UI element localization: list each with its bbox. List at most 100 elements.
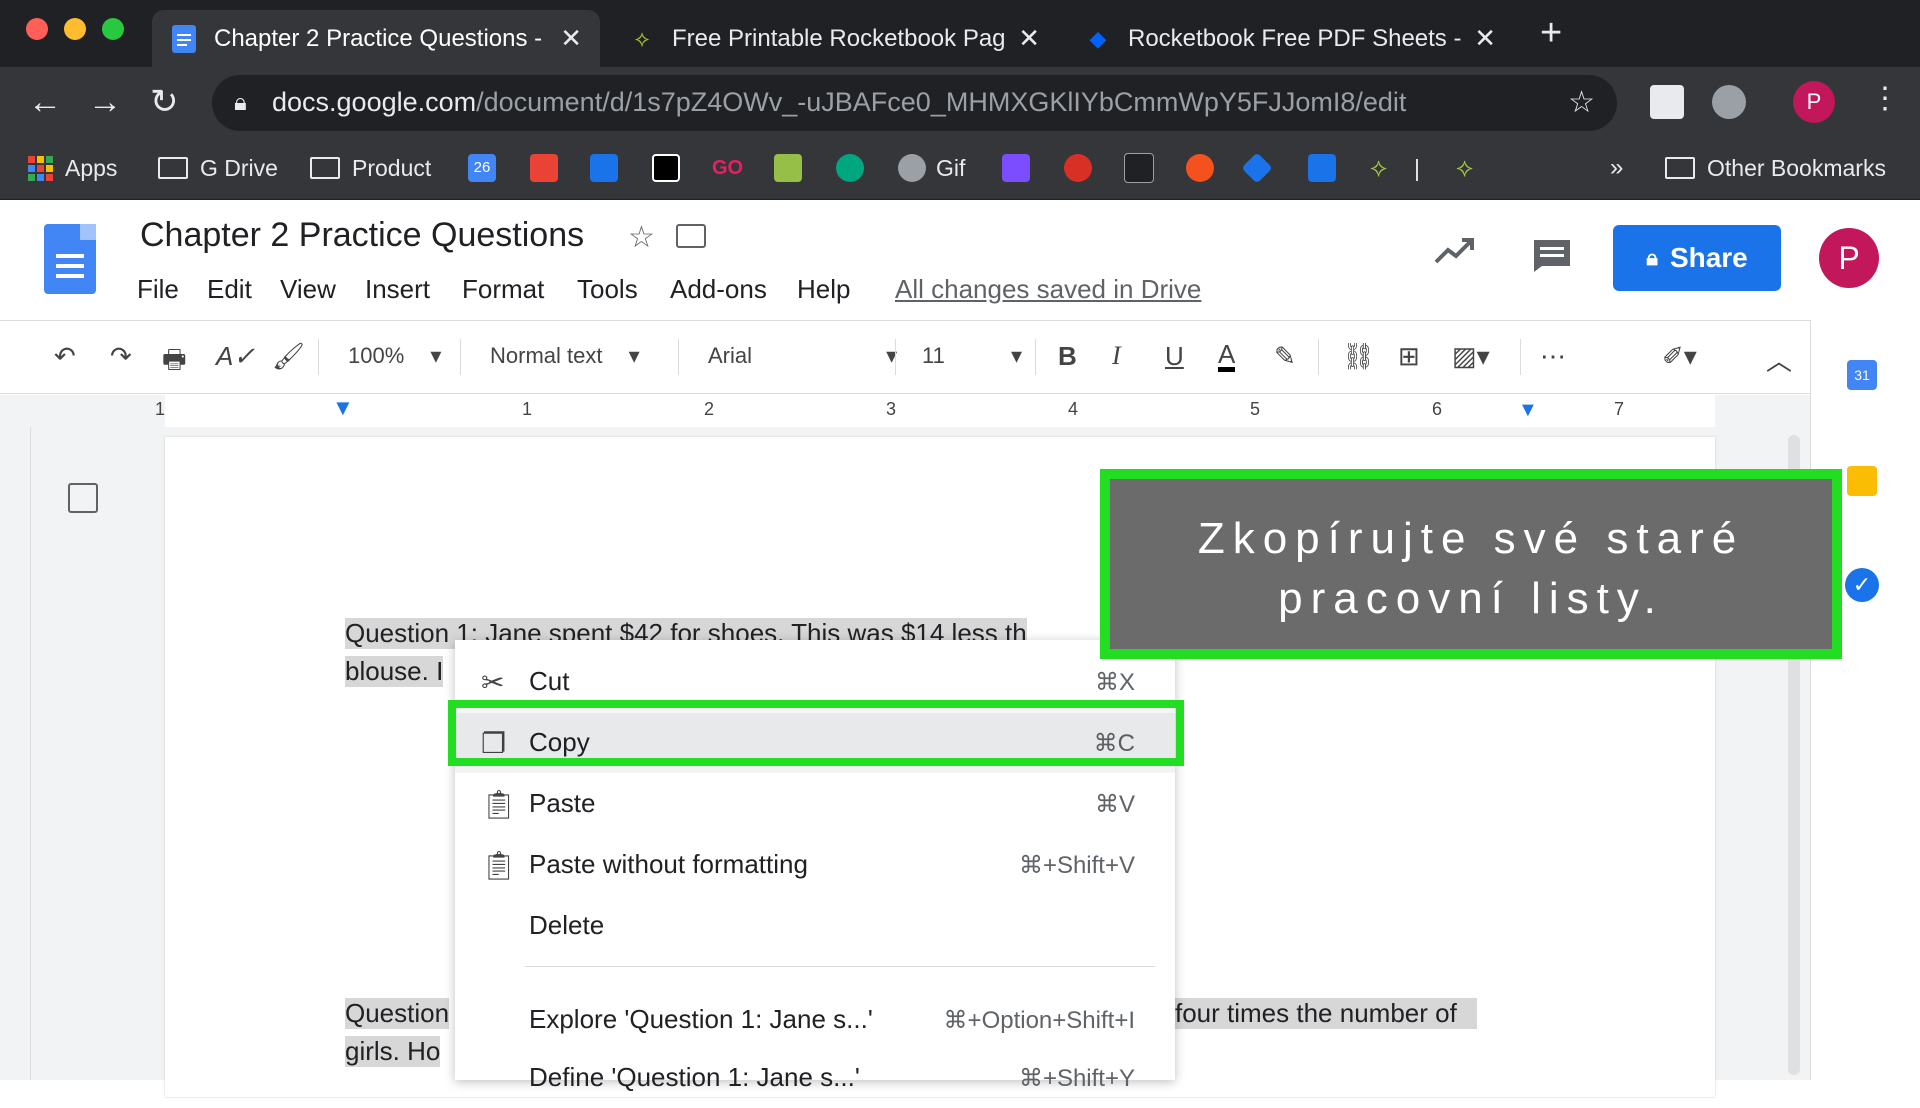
bookmark-bookmark[interactable] (1308, 151, 1346, 185)
close-tab-icon[interactable]: ✕ (560, 23, 582, 54)
bookmark-apps[interactable]: Apps (28, 151, 117, 185)
activity-trend-icon[interactable] (1434, 236, 1476, 271)
bookmark-bookmark[interactable] (1186, 151, 1224, 185)
more-menu-icon[interactable]: ⋮ (1870, 81, 1900, 116)
link-icon[interactable]: ⛓︎ (1342, 341, 1375, 372)
tasks-check-icon[interactable]: ✓ (1845, 568, 1879, 602)
right-indent-marker-icon[interactable]: ▼ (1518, 399, 1538, 422)
comment-icon[interactable] (1532, 238, 1572, 279)
bookmark-bookmark[interactable] (836, 151, 874, 185)
forward-arrow-icon[interactable]: → (88, 85, 122, 119)
bookmark-bookmark[interactable] (1124, 151, 1164, 185)
star-icon[interactable]: ☆ (628, 220, 655, 255)
bookmark-g-drive[interactable]: G Drive (158, 151, 278, 185)
more-options-icon[interactable]: ⋯ (1540, 341, 1566, 372)
highlight-pen-icon[interactable]: ✎ (1274, 341, 1296, 372)
zoom-select[interactable]: 100% ▾ (348, 343, 441, 369)
close-tab-icon[interactable]: ✕ (1018, 23, 1040, 54)
print-icon[interactable]: 🖶︎ (162, 341, 187, 385)
bookmark-bookmark[interactable] (1241, 151, 1278, 185)
menu-tools[interactable]: Tools (577, 274, 638, 305)
bookmark-star-icon[interactable]: ☆ (1568, 85, 1595, 120)
editing-mode-icon[interactable]: ✐▾ (1662, 341, 1697, 372)
ruler-number: 7 (1614, 399, 1625, 419)
bookmark-bookmark[interactable] (1064, 151, 1102, 185)
browser-tab[interactable]: ◆ Rocketbook Free PDF Sheets - D ✕ (1066, 10, 1514, 67)
menu-edit[interactable]: Edit (207, 274, 252, 305)
extension-icon[interactable] (1650, 85, 1684, 119)
menu-help[interactable]: Help (797, 274, 850, 305)
share-button[interactable]: 🔒︎ Share (1613, 225, 1781, 291)
bookmark-bookmark[interactable] (1002, 151, 1040, 185)
browser-tab-active[interactable]: Chapter 2 Practice Questions - G ✕ (152, 10, 600, 67)
menu-insert[interactable]: Insert (365, 274, 430, 305)
document-title[interactable]: Chapter 2 Practice Questions (140, 216, 584, 255)
menu-item-delete[interactable]: Delete (455, 896, 1175, 956)
document-text-line[interactable]: girls. Ho (345, 1036, 441, 1067)
docs-logo-icon[interactable] (44, 224, 96, 294)
indent-marker-icon[interactable]: ▼ (332, 395, 354, 421)
bookmark-bookmark[interactable] (652, 151, 690, 185)
url-text[interactable]: docs.google.com/document/d/1s7pZ4OWv_-uJ… (272, 87, 1406, 118)
rocketbook-icon[interactable]: ⟡ (1456, 151, 1473, 185)
menu-view[interactable]: View (280, 274, 336, 305)
spellcheck-icon[interactable]: A✓ (216, 341, 255, 372)
reload-icon[interactable]: ↻ (150, 85, 179, 119)
bold-button[interactable]: B (1058, 341, 1077, 372)
new-tab-button[interactable]: + (1540, 12, 1562, 55)
menu-file[interactable]: File (137, 274, 179, 305)
font-size-select[interactable]: 11 ▾ (922, 343, 1022, 369)
bookmark-calendar[interactable]: 26 (468, 151, 506, 185)
add-comment-icon[interactable]: ⊞ (1398, 341, 1420, 372)
menu-item-define[interactable]: Define 'Question 1: Jane s...' ⌘+Shift+Y (455, 1048, 1175, 1108)
style-select[interactable]: Normal text ▾ (490, 343, 640, 369)
calendar-icon[interactable]: 31 (1847, 360, 1877, 390)
account-avatar[interactable]: P (1819, 228, 1879, 288)
document-outline-icon[interactable] (68, 483, 98, 513)
extension-icon[interactable] (1712, 85, 1746, 119)
close-window-button[interactable] (26, 18, 48, 40)
bookmark-go[interactable]: GO (712, 151, 743, 185)
folder-icon (1665, 157, 1695, 179)
paint-format-icon[interactable]: 🖌︎ (272, 341, 305, 372)
profile-avatar[interactable]: P (1793, 81, 1835, 123)
more-bookmarks-chevron-icon[interactable]: » (1610, 151, 1623, 185)
gmail-icon (530, 154, 558, 182)
maximize-window-button[interactable] (102, 18, 124, 40)
bookmark-bookmark[interactable] (590, 151, 628, 185)
gem-icon (1002, 154, 1030, 182)
text-color-button[interactable]: A (1218, 341, 1236, 372)
menu-item-explore[interactable]: Explore 'Question 1: Jane s...' ⌘+Option… (455, 990, 1175, 1050)
back-arrow-icon[interactable]: ← (28, 85, 62, 119)
keep-icon[interactable] (1847, 466, 1877, 496)
underline-button[interactable]: U (1165, 341, 1184, 372)
menu-item-paste[interactable]: 📋︎ Paste ⌘V (455, 774, 1175, 834)
menu-item-paste-without-formatting[interactable]: 📋︎ Paste without formatting ⌘+Shift+V (455, 835, 1175, 895)
save-status[interactable]: All changes saved in Drive (895, 274, 1201, 305)
menu-add-ons[interactable]: Add-ons (670, 274, 767, 305)
bookmark-other[interactable]: Other Bookmarks (1665, 151, 1886, 185)
undo-icon[interactable]: ↶ (54, 341, 76, 372)
collapse-chevron-up-icon[interactable]: ︿ (1766, 341, 1792, 378)
chart-icon (1308, 154, 1336, 182)
redo-icon[interactable]: ↷ (110, 341, 132, 372)
bookmark-product[interactable]: Product (310, 151, 431, 185)
menu-format[interactable]: Format (462, 274, 544, 305)
italic-button[interactable]: I (1112, 341, 1121, 371)
menu-item-shortcut: ⌘+Option+Shift+I (943, 1007, 1135, 1034)
browser-tab[interactable]: ⟡ Free Printable Rocketbook Page ✕ (610, 10, 1058, 67)
document-text-line[interactable]: four times the number of (1175, 998, 1477, 1029)
font-select[interactable]: Arial ▾ (708, 343, 897, 369)
insert-image-icon[interactable]: ▨▾ (1452, 341, 1490, 372)
bookmark-gmail[interactable] (530, 151, 568, 185)
bookmark-gif[interactable]: Gif (898, 151, 965, 185)
document-text-line[interactable]: Question (345, 998, 450, 1029)
minimize-window-button[interactable] (64, 18, 86, 40)
rocketbook-icon[interactable]: ⟡ (1370, 151, 1387, 185)
address-bar[interactable]: 🔒︎ docs.google.com/document/d/1s7pZ4OWv_… (212, 75, 1617, 131)
bookmark-label: Gif (936, 154, 966, 181)
close-tab-icon[interactable]: ✕ (1474, 23, 1496, 54)
document-text-line[interactable]: blouse. I (345, 656, 444, 687)
bookmark-bookmark[interactable] (774, 151, 812, 185)
move-folder-icon[interactable] (676, 224, 706, 248)
